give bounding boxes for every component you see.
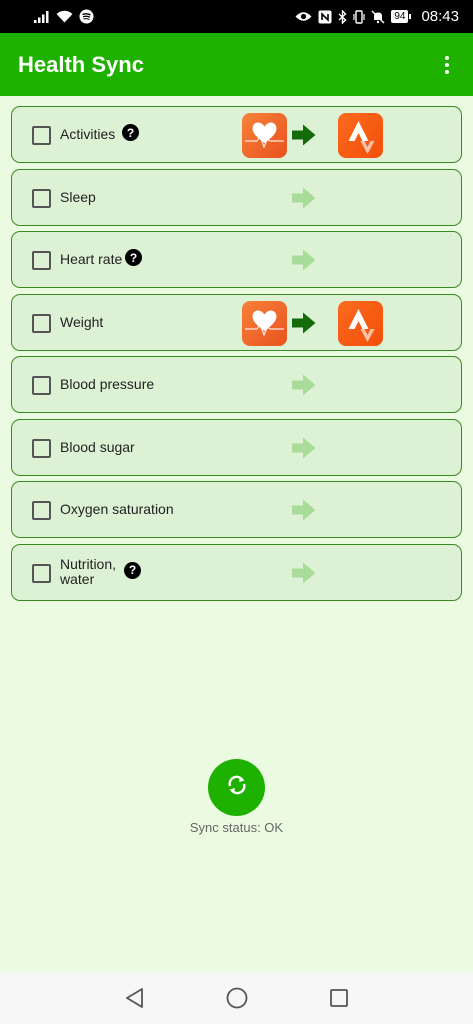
vibrate-icon	[353, 9, 365, 24]
sync-button[interactable]	[208, 759, 265, 816]
row-checkbox[interactable]	[32, 251, 51, 270]
row-checkbox[interactable]	[32, 188, 51, 208]
home-button[interactable]	[225, 986, 249, 1010]
signal-icon	[34, 10, 50, 23]
sync-row[interactable]: Oxygen saturation	[11, 481, 462, 538]
arrow-right-icon	[292, 124, 316, 146]
arrow-right-icon	[292, 187, 316, 209]
overflow-menu-icon[interactable]	[437, 50, 457, 80]
recents-button[interactable]	[327, 986, 351, 1010]
wifi-icon	[56, 10, 73, 23]
row-checkbox[interactable]	[32, 563, 51, 583]
back-triangle-icon	[125, 988, 143, 1008]
sync-list: Activities? Sleep Heart rate? Weight Blood p…	[11, 106, 462, 606]
row-checkbox[interactable]	[32, 376, 51, 395]
clock: 08:43	[421, 8, 459, 25]
help-icon[interactable]: ?	[122, 124, 139, 141]
back-button[interactable]	[123, 986, 147, 1010]
row-label: Oxygen saturation	[60, 501, 174, 517]
status-bar: 94 08:43	[0, 0, 473, 33]
row-label: Heart rate	[60, 251, 123, 267]
row-label: Sleep	[60, 188, 96, 205]
row-checkbox[interactable]	[32, 438, 51, 458]
strava-icon[interactable]	[338, 300, 383, 346]
sync-row[interactable]: Heart rate?	[11, 231, 462, 288]
nfc-icon	[318, 10, 332, 24]
help-icon[interactable]: ?	[124, 561, 141, 579]
row-label: Blood sugar	[60, 438, 135, 455]
refresh-icon	[224, 772, 250, 803]
app-bar: Health Sync	[0, 33, 473, 96]
sync-status: Sync status: OK	[189, 820, 284, 835]
arrow-right-icon	[292, 499, 316, 521]
sync-row[interactable]: Blood pressure	[11, 356, 462, 413]
arrow-right-icon	[292, 562, 316, 584]
row-label: Nutrition, water	[60, 556, 117, 587]
sync-row[interactable]: Blood sugar	[11, 418, 462, 476]
row-label: Activities	[60, 126, 116, 142]
help-icon[interactable]: ?	[125, 249, 142, 266]
arrow-right-icon	[292, 312, 316, 334]
row-label: Blood pressure	[60, 376, 155, 392]
navigation-bar	[0, 972, 473, 1024]
recents-square-icon	[329, 989, 348, 1007]
row-checkbox[interactable]	[32, 126, 51, 145]
heart-pulse-icon[interactable]	[242, 113, 287, 158]
sync-row[interactable]: Sleep	[11, 168, 462, 226]
arrow-right-icon	[292, 249, 316, 271]
bluetooth-icon	[338, 9, 347, 24]
arrow-right-icon	[292, 374, 316, 396]
spotify-icon	[79, 9, 94, 24]
eye-icon	[295, 11, 312, 22]
row-checkbox[interactable]	[32, 313, 51, 333]
sync-row[interactable]: Nutrition, water?	[11, 543, 462, 601]
battery-indicator: 94	[391, 10, 412, 23]
app-title: Health Sync	[18, 51, 144, 77]
sync-row[interactable]: Weight	[11, 293, 462, 351]
sync-row[interactable]: Activities?	[11, 106, 462, 163]
row-checkbox[interactable]	[32, 501, 51, 520]
home-circle-icon	[226, 987, 247, 1009]
arrow-right-icon	[292, 437, 316, 459]
heart-pulse-icon[interactable]	[242, 300, 287, 346]
row-label: Weight	[60, 313, 104, 330]
strava-icon[interactable]	[338, 113, 383, 158]
mute-icon	[371, 10, 385, 24]
